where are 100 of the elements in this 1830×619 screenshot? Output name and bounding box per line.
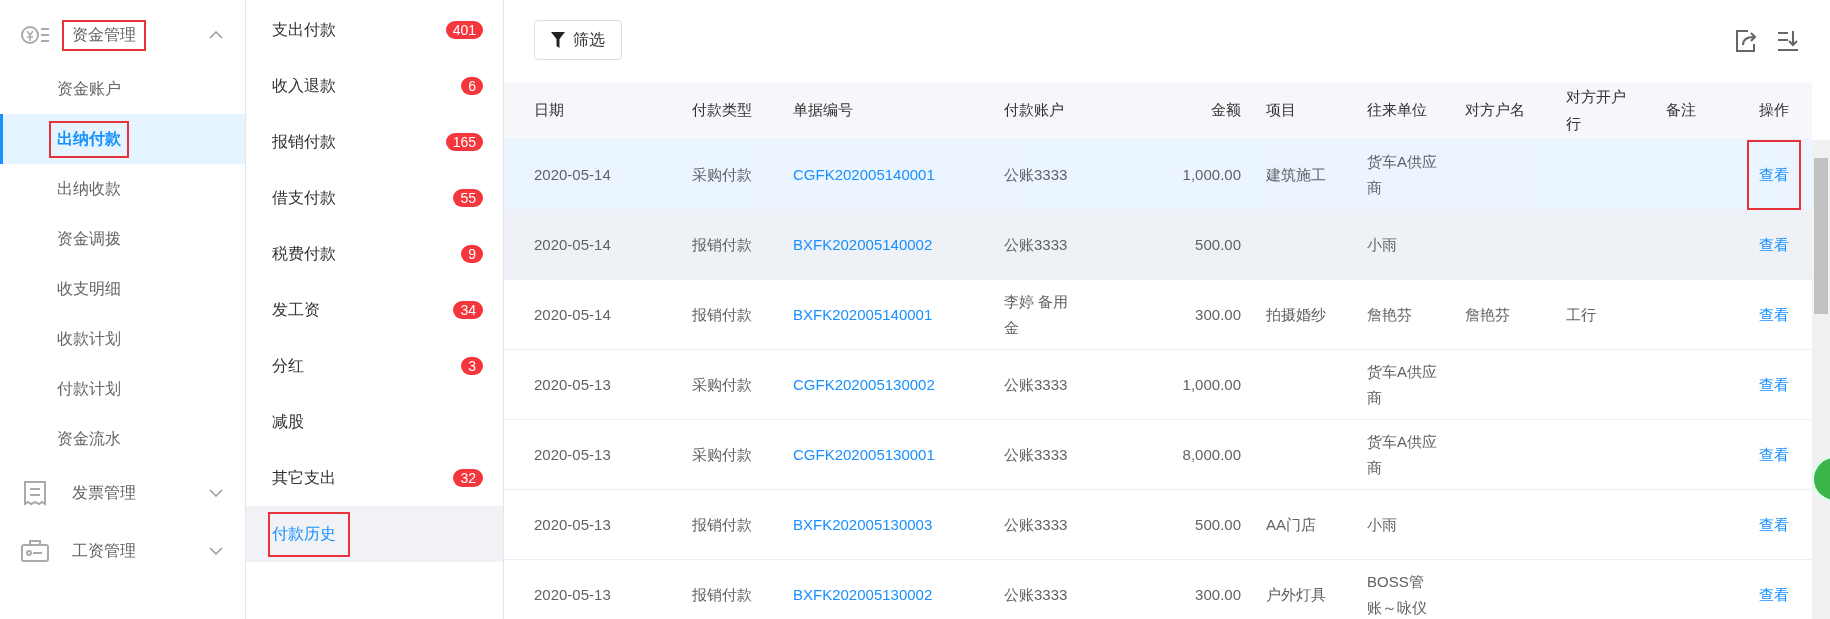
table-cell-text: 报销付款: [692, 585, 752, 605]
document-number-link[interactable]: CGFK202005130001: [793, 442, 935, 469]
table-cell-text: 采购付款: [692, 165, 752, 185]
column-header: 对方开户行: [1566, 87, 1627, 134]
table-cell-text: 2020-05-14: [534, 305, 611, 325]
table-cell-text: 小雨: [1367, 515, 1397, 535]
view-link[interactable]: 查看: [1747, 280, 1801, 351]
sort-download-icon[interactable]: [1776, 29, 1800, 53]
submenu-item-label: 借支付款: [271, 187, 337, 208]
table-cell-text: 詹艳芬: [1465, 305, 1510, 325]
menu-group[interactable]: 发票管理: [0, 464, 245, 522]
table-cell-text: 小雨: [1367, 235, 1397, 255]
document-number-link[interactable]: BXFK202005130002: [793, 582, 933, 609]
submenu-item-label: 分红: [271, 355, 305, 376]
submenu-item[interactable]: 支出付款 401: [246, 2, 503, 58]
menu-item[interactable]: 付款计划: [0, 364, 245, 414]
count-badge: 32: [453, 469, 483, 487]
view-link[interactable]: 查看: [1747, 350, 1801, 421]
view-link[interactable]: 查看: [1747, 420, 1801, 491]
table-cell-text: 公账3333: [1004, 165, 1068, 185]
submenu-item-label: 付款历史: [270, 513, 348, 555]
submenu-item-label: 其它支出: [271, 467, 337, 488]
scrollbar-thumb[interactable]: [1814, 158, 1828, 314]
table-cell-text: 报销付款: [692, 515, 752, 535]
table-cell-text: 报销付款: [692, 305, 752, 325]
menu-item-label: 资金流水: [56, 428, 122, 449]
menu-group[interactable]: 工资管理: [0, 522, 245, 580]
scrollbar[interactable]: [1812, 140, 1830, 619]
menu-item-label: 资金调拨: [56, 228, 122, 249]
filter-button[interactable]: 筛选: [534, 20, 622, 60]
table-cell-text: 2020-05-13: [534, 375, 611, 395]
submenu-item[interactable]: 借支付款 55: [246, 170, 503, 226]
column-header: 付款类型: [692, 100, 752, 121]
table-cell-text: 2020-05-13: [534, 585, 611, 605]
coin-list-icon: [20, 24, 50, 46]
view-link[interactable]: 查看: [1747, 560, 1801, 619]
menu-item[interactable]: 资金账户: [0, 64, 245, 114]
menu-item[interactable]: 资金调拨: [0, 214, 245, 264]
document-number-link[interactable]: BXFK202005130003: [793, 512, 933, 539]
document-number-link[interactable]: CGFK202005130002: [793, 372, 935, 399]
column-header: 单据编号: [793, 100, 853, 121]
menu-item-label: 出纳收款: [56, 178, 122, 199]
table-cell-text: 采购付款: [692, 375, 752, 395]
count-badge: 165: [445, 133, 483, 151]
table-cell-text: 建筑施工: [1266, 165, 1326, 185]
count-badge: 55: [453, 189, 483, 207]
column-header: 操作: [1759, 100, 1789, 121]
column-header: 往来单位: [1367, 100, 1427, 121]
table-cell-text: 货车A供应商: [1367, 431, 1438, 479]
menu-item-label: 收支明细: [56, 278, 122, 299]
table-cell-text: BOSS管账～咏仪: [1367, 571, 1428, 619]
table-cell-text: 报销付款: [692, 235, 752, 255]
submenu-item-label: 支出付款: [271, 19, 337, 40]
menu-item-label: 资金账户: [56, 78, 122, 99]
table-cell-text: 户外灯具: [1266, 585, 1326, 605]
menu-group-label: 工资管理: [71, 540, 137, 561]
submenu-item[interactable]: 减股: [246, 394, 503, 450]
table-cell-text: 2020-05-13: [534, 515, 611, 535]
table-cell-text: 公账3333: [1004, 235, 1068, 255]
submenu-item[interactable]: 分红 3: [246, 338, 503, 394]
table-cell-text: 公账3333: [1004, 375, 1068, 395]
submenu-item-label: 发工资: [271, 299, 321, 320]
export-icon[interactable]: [1734, 29, 1758, 53]
submenu-item[interactable]: 税费付款 9: [246, 226, 503, 282]
menu-item[interactable]: 出纳收款: [0, 164, 245, 214]
submenu-item[interactable]: 报销付款 165: [246, 114, 503, 170]
count-badge: 9: [461, 245, 483, 263]
menu-group-label: 发票管理: [71, 482, 137, 503]
table-cell-text: 8,000.00: [1182, 445, 1241, 465]
menu-item-label: 出纳付款: [51, 122, 127, 156]
table-cell-text: 500.00: [1195, 235, 1241, 255]
menu-group[interactable]: 资金管理: [0, 6, 245, 64]
table-cell-text: 工行: [1566, 305, 1596, 325]
submenu-item-label: 收入退款: [271, 75, 337, 96]
submenu-item[interactable]: 收入退款 6: [246, 58, 503, 114]
table-cell-text: 1,000.00: [1182, 165, 1241, 185]
column-header: 项目: [1266, 100, 1296, 121]
filter-icon: [551, 32, 565, 48]
document-number-link[interactable]: BXFK202005140001: [793, 302, 933, 329]
submenu-item-label: 减股: [271, 411, 305, 432]
table-cell-text: 货车A供应商: [1367, 151, 1438, 199]
chevron-down-icon: [209, 547, 223, 555]
submenu-item[interactable]: 其它支出 32: [246, 450, 503, 506]
table-cell-text: 公账3333: [1004, 445, 1068, 465]
menu-item-label: 收款计划: [56, 328, 122, 349]
wallet-icon: [20, 539, 50, 563]
table-cell-text: 拍摄婚纱: [1266, 305, 1326, 325]
table-cell-text: 300.00: [1195, 585, 1241, 605]
menu-item[interactable]: 收支明细: [0, 264, 245, 314]
menu-item[interactable]: 资金流水: [0, 414, 245, 464]
view-link[interactable]: 查看: [1747, 490, 1801, 561]
table-cell-text: 詹艳芬: [1367, 305, 1412, 325]
table-cell-text: 2020-05-14: [534, 165, 611, 185]
table-cell-text: 1,000.00: [1182, 375, 1241, 395]
menu-item-label: 付款计划: [56, 378, 122, 399]
menu-item[interactable]: 收款计划: [0, 314, 245, 364]
chevron-up-icon: [209, 31, 223, 39]
submenu-item[interactable]: 发工资 34: [246, 282, 503, 338]
submenu-item-label: 报销付款: [271, 131, 337, 152]
count-badge: 34: [453, 301, 483, 319]
